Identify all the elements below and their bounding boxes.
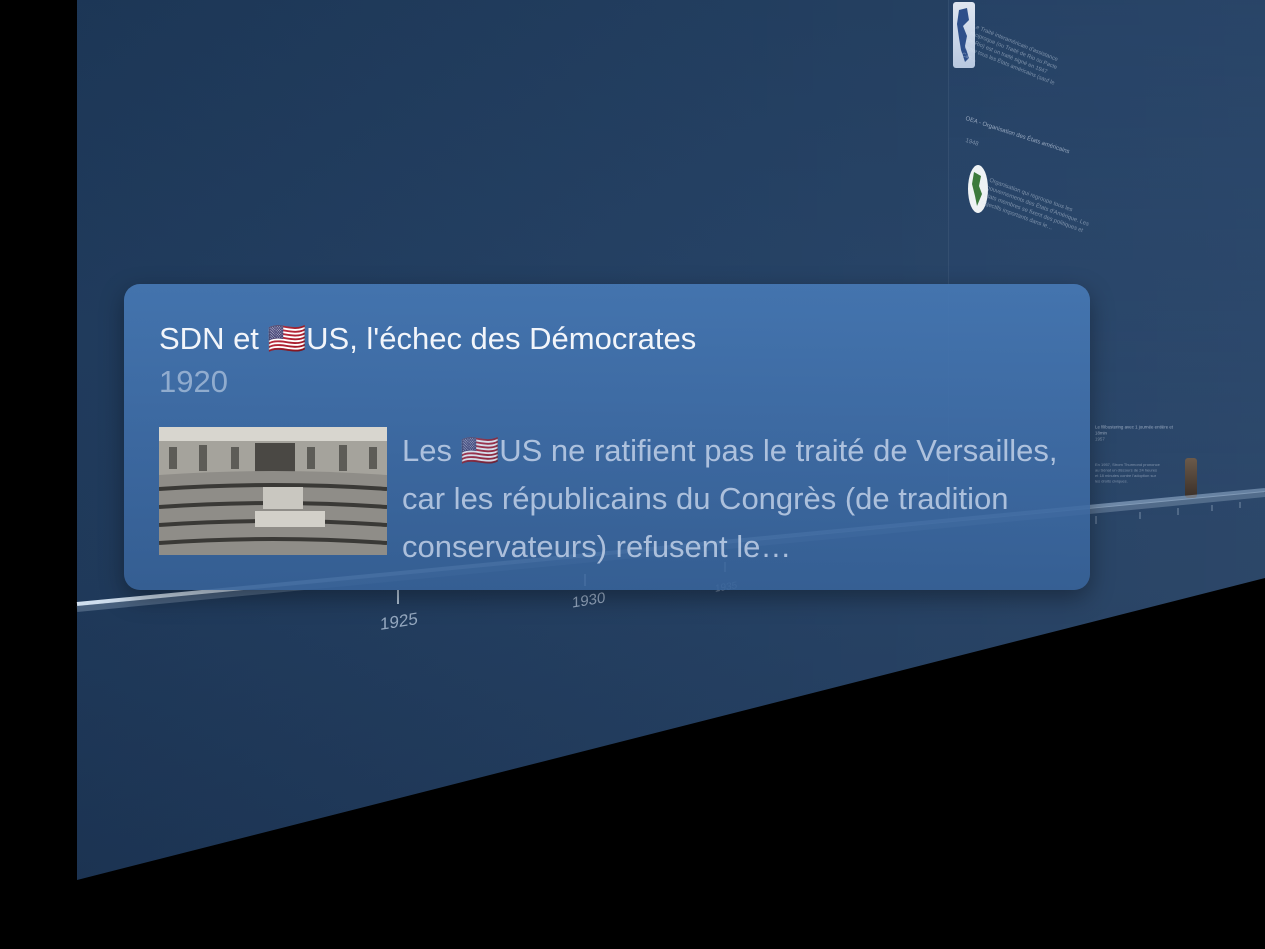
event-year: 1920 [159,364,228,399]
event-description: Les 🇺🇸US ne ratifient pas le traité de V… [402,433,1058,564]
event-title: SDN et 🇺🇸US, l'échec des Démocrates [159,321,697,356]
event-photo[interactable] [159,427,387,555]
congress-chamber-image [159,427,387,555]
event-card[interactable]: SDN et 🇺🇸US, l'échec des Démocrates 1920 [124,284,1090,590]
